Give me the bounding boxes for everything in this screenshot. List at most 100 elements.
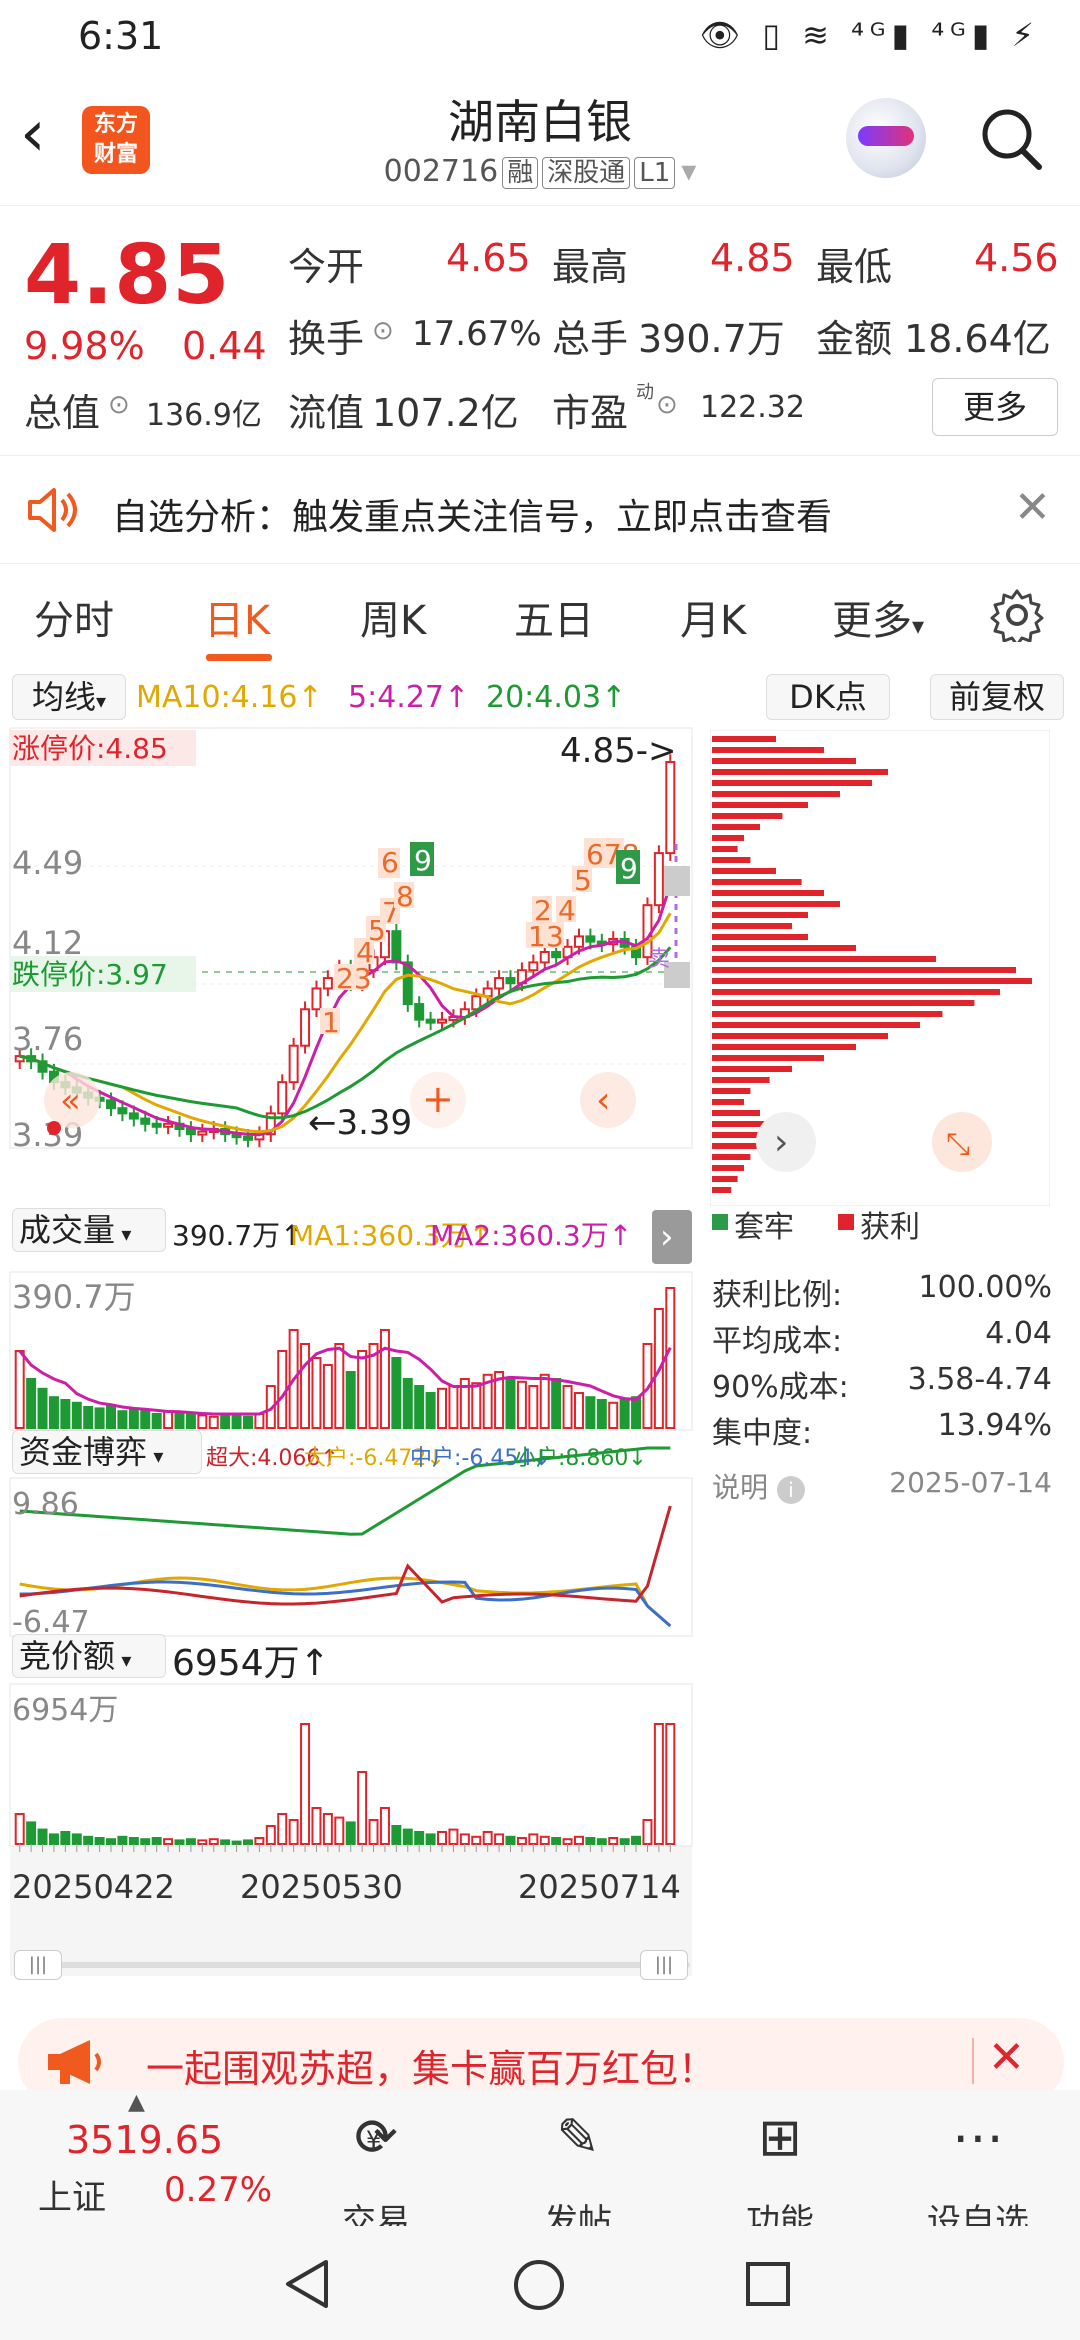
tab-more[interactable]: 更多▾ [832, 588, 924, 646]
more-button[interactable]: 更多 [932, 378, 1058, 436]
range-handle-left[interactable]: ||| [14, 1950, 62, 1980]
bid-bar [528, 1833, 539, 1846]
bid-bar [71, 1833, 82, 1846]
system-nav-bar [0, 2226, 1080, 2340]
tab-daily-k[interactable]: 日K [204, 588, 270, 646]
change-amount: 0.44 [182, 324, 267, 368]
chip-stat-value: 100.00% [918, 1270, 1052, 1305]
date-label-2: 20250530 [240, 1868, 403, 1906]
info-dots-icon[interactable]: ⊙ [108, 390, 130, 420]
volume-bar [528, 1385, 539, 1429]
grid-function-icon[interactable]: ⊞ [700, 2108, 860, 2168]
last-price-arrow: 4.85-> [560, 731, 676, 771]
fund-game-label: 资金博弈 [19, 1433, 148, 1471]
fund-game-selector[interactable]: 资金博弈 ▾ [12, 1430, 202, 1474]
event-dot[interactable] [47, 1121, 61, 1135]
info-dots-icon[interactable]: ⊙ [372, 316, 394, 346]
volume-bar [48, 1396, 59, 1430]
volume-bar [220, 1413, 231, 1429]
assistant-avatar[interactable] [846, 98, 926, 178]
bid-bar [163, 1838, 174, 1845]
chip-stat-key: 集中度: [712, 1416, 813, 1451]
more-dots-icon[interactable]: ⋯ [898, 2108, 1058, 2168]
candle-body [539, 951, 550, 964]
mcap-value: 136.9亿 [146, 398, 262, 433]
td-6: 6 [381, 846, 399, 879]
tab-weekly-k[interactable]: 周K [360, 588, 426, 646]
search-icon[interactable] [975, 104, 1047, 176]
chip-bar [712, 1154, 751, 1160]
chip-note-label: 说明 [712, 1471, 769, 1504]
chip-bar [712, 802, 808, 808]
chart-range-track[interactable] [14, 1962, 690, 1968]
adjust-selector[interactable]: 前复权 [930, 674, 1064, 720]
limit-up-label: 涨停价:4.85 [12, 732, 168, 765]
bid-amount-selector[interactable]: 竞价额 ▾ [12, 1634, 166, 1678]
tab-five-day[interactable]: 五日 [514, 588, 594, 646]
td-9: 9 [414, 844, 432, 877]
chip-bar [712, 890, 824, 896]
close-icon[interactable]: ✕ [1014, 482, 1051, 533]
chip-stat-value: 13.94% [937, 1408, 1052, 1443]
gear-icon[interactable] [990, 588, 1044, 642]
legend-trap-label: 套牢 [734, 1210, 794, 1245]
candle-body [528, 961, 539, 972]
post-icon[interactable]: ✎ [498, 2108, 658, 2168]
back-triangle-icon[interactable] [282, 2258, 332, 2310]
bid-bar [208, 1838, 219, 1845]
bid-bar [334, 1816, 345, 1845]
sell-marker: 卖 [648, 947, 670, 972]
volume-bar [585, 1396, 596, 1430]
home-circle-icon[interactable] [512, 2258, 566, 2312]
chip-bar [712, 978, 1032, 984]
volume-bar [117, 1410, 128, 1430]
bid-bar [516, 1837, 527, 1845]
analysis-notice[interactable]: 自选分析：触发重点关注信号，立即点击查看 ✕ [0, 456, 1080, 564]
chip-bar [712, 923, 792, 929]
kline-svg[interactable]: 1 23 4 5 7 8 6 9 1 3 2 4 5 678 9 卖 涨停价:4… [8, 726, 694, 1976]
bid-bar [128, 1837, 139, 1845]
chip-bar [712, 1022, 920, 1028]
chip-bar [712, 989, 1000, 995]
volume-bar [379, 1329, 390, 1429]
index-value[interactable]: 3519.65 [66, 2118, 223, 2162]
chip-bar [712, 945, 856, 951]
info-icon: i [776, 1476, 805, 1504]
bid-bar [185, 1838, 196, 1845]
connect-tag: 深股通 [542, 157, 631, 189]
expand-up-icon[interactable]: ▲ [128, 2090, 145, 2115]
info-dots-icon[interactable]: ⊙ [656, 390, 678, 420]
bid-bar [106, 1838, 117, 1845]
last-price: 4.85 [24, 228, 231, 323]
ma-selector[interactable]: 均线▾ [12, 674, 126, 720]
bid-bar [300, 1723, 311, 1845]
recents-square-icon[interactable] [744, 2260, 792, 2308]
chevron-right-icon: › [774, 1122, 788, 1163]
chip-note-link[interactable]: 说明 i [712, 1466, 805, 1506]
candle-body [288, 1044, 299, 1084]
volume-selector[interactable]: 成交量 ▾ [12, 1208, 166, 1252]
tab-monthly-k[interactable]: 月K [680, 588, 746, 646]
expand-icon: ⤡ [946, 1127, 970, 1162]
chevron-left-icon: ‹ [596, 1080, 610, 1121]
index-name: 上证 [38, 2178, 106, 2218]
fund-max-label: 9.86 [12, 1487, 79, 1522]
chip-bar [712, 1033, 888, 1039]
yen-icon: ¥ [366, 2126, 382, 2154]
tab-intraday[interactable]: 分时 [34, 588, 114, 646]
close-icon[interactable]: ✕ [988, 2032, 1025, 2083]
volume-bar [311, 1357, 322, 1429]
date-label-3: 20250714 [518, 1868, 681, 1906]
candle-body [128, 1112, 139, 1120]
range-handle-right[interactable]: ||| [640, 1950, 688, 1980]
bid-bar [596, 1838, 607, 1845]
chip-distribution-svg[interactable]: › ⤡ [710, 730, 1050, 1206]
dk-point-selector[interactable]: DK点 [766, 674, 890, 720]
candle-body [300, 1008, 311, 1047]
chip-bar [712, 1088, 751, 1094]
bid-bar [151, 1837, 162, 1845]
chip-bar [712, 1176, 738, 1182]
bid-bar [220, 1839, 231, 1846]
low-value: 4.56 [974, 236, 1059, 280]
chip-bar [712, 736, 776, 742]
